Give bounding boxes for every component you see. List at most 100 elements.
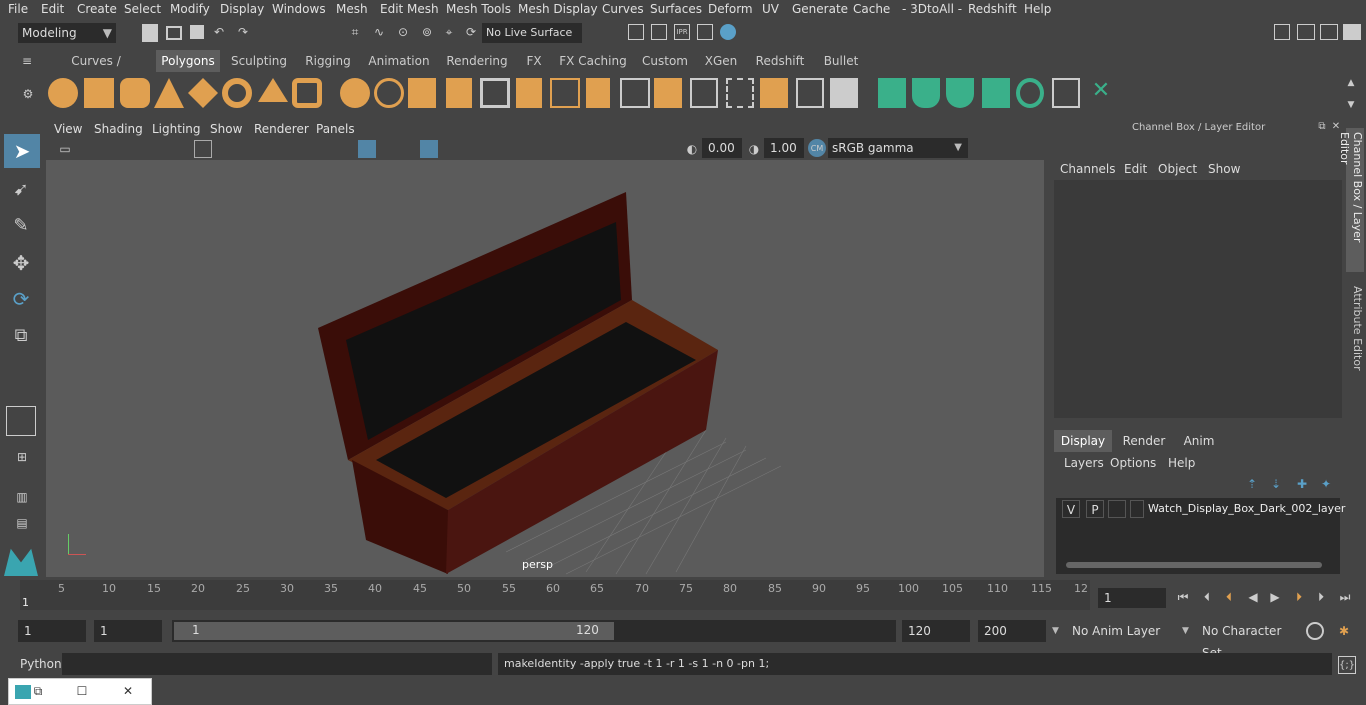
poly-pipe-icon[interactable]	[292, 78, 322, 108]
combine-icon[interactable]	[340, 78, 370, 108]
perspective-viewport[interactable]: persp	[46, 160, 1044, 577]
maximize-window-icon[interactable]: ☐	[75, 684, 89, 698]
camera-select-icon[interactable]: ▭	[56, 140, 74, 158]
shelf-settings-icon[interactable]: ⚙	[20, 86, 36, 102]
layer-scrollbar[interactable]	[1066, 562, 1322, 568]
smooth-shade-icon[interactable]	[358, 140, 376, 158]
menu-mesh[interactable]: Mesh	[336, 2, 368, 16]
rotate-tool-icon[interactable]: ⟳	[6, 284, 36, 314]
poly-cone-icon[interactable]	[154, 78, 184, 108]
redo-icon[interactable]: ↷	[234, 22, 252, 42]
colorspace-dropdown[interactable]: sRGB gamma ▼	[828, 138, 968, 158]
fill-hole-icon[interactable]	[654, 78, 682, 108]
close-window-icon[interactable]: ✕	[121, 684, 135, 698]
exposure-icon[interactable]: ◐	[684, 140, 700, 158]
current-frame-field[interactable]: 1	[1098, 588, 1166, 608]
scale-tool-icon[interactable]: ⧉	[6, 320, 36, 350]
menu-edit-mesh[interactable]: Edit Mesh	[380, 2, 439, 16]
layer-visibility-toggle[interactable]: V	[1062, 500, 1080, 518]
object-menu[interactable]: Object	[1158, 162, 1197, 176]
panel-menu-show[interactable]: Show	[210, 122, 242, 136]
merge-icon[interactable]	[830, 78, 858, 108]
render-icon[interactable]	[651, 24, 667, 40]
extrude-icon[interactable]	[516, 78, 542, 108]
lasso-tool-icon[interactable]: ➹	[6, 174, 36, 204]
menu-3dtoall[interactable]: - 3DtoAll -	[902, 2, 962, 16]
poly-cube-icon[interactable]	[84, 78, 114, 108]
move-tool-icon[interactable]: ✥	[6, 248, 36, 278]
scene-end-field[interactable]: 200	[978, 620, 1046, 642]
menu-mesh-tools[interactable]: Mesh Tools	[446, 2, 511, 16]
xray-icon[interactable]	[420, 140, 438, 158]
character-set-dropdown[interactable]: ▼ No Character Set	[1180, 620, 1300, 660]
channels-menu[interactable]: Channels	[1060, 162, 1116, 176]
gamma-icon[interactable]: ◑	[746, 140, 762, 158]
workspace-dropdown[interactable]: Modeling ▼	[18, 23, 116, 43]
wireframe-icon[interactable]	[194, 140, 212, 158]
tab-custom[interactable]: Custom	[638, 50, 692, 72]
smooth-icon[interactable]	[446, 78, 472, 108]
edit-menu[interactable]: Edit	[1124, 162, 1147, 176]
snap-grid-icon[interactable]: ⌗	[346, 22, 364, 42]
tab-sculpting[interactable]: Sculpting	[226, 50, 292, 72]
target-weld-icon[interactable]	[760, 78, 788, 108]
ipr-render-icon[interactable]: IPR	[674, 24, 690, 40]
poly-plane-icon[interactable]	[188, 78, 218, 108]
go-to-start-icon[interactable]: ⏮	[1174, 588, 1192, 606]
step-back-key-icon[interactable]: ⏴	[1198, 588, 1216, 606]
tab-display[interactable]: Display	[1054, 430, 1112, 452]
move-layer-up-icon[interactable]: ⇡	[1244, 476, 1260, 492]
exposure-field[interactable]: 0.00	[702, 138, 742, 158]
menu-redshift[interactable]: Redshift	[968, 2, 1017, 16]
move-layer-down-icon[interactable]: ⇣	[1268, 476, 1284, 492]
snap-view-icon[interactable]: ⌖	[440, 22, 458, 42]
layer-color-swatch[interactable]	[1130, 500, 1144, 518]
snap-surface-icon[interactable]: ⊚	[418, 22, 436, 42]
step-forward-frame-icon[interactable]: ⏵	[1290, 588, 1308, 606]
attribute-editor-side-tab[interactable]: Attribute Editor	[1346, 286, 1364, 376]
mirror-icon[interactable]	[408, 78, 436, 108]
script-language-label[interactable]: Python	[20, 657, 62, 671]
poly-cylinder-icon[interactable]	[120, 78, 150, 108]
gamma-field[interactable]: 1.00	[764, 138, 804, 158]
layers-menu[interactable]: Layers	[1064, 456, 1104, 470]
bridge-icon[interactable]	[586, 78, 610, 108]
menu-generate[interactable]: Generate	[792, 2, 848, 16]
anim-layer-dropdown[interactable]: ▼ No Anim Layer	[1052, 620, 1170, 642]
command-input[interactable]	[62, 653, 492, 675]
layout-panels-icon[interactable]	[1320, 24, 1338, 40]
new-layer-icon[interactable]: ✚	[1294, 476, 1310, 492]
play-forwards-icon[interactable]: ▶	[1266, 588, 1284, 606]
live-surface-field[interactable]: No Live Surface	[482, 23, 582, 43]
shelf-scroll-up-icon[interactable]: ▲	[1344, 76, 1358, 90]
options-menu[interactable]: Options	[1110, 456, 1156, 470]
panel-menu-shading[interactable]: Shading	[94, 122, 143, 136]
layout-graph-icon[interactable]: ▤	[8, 516, 36, 530]
playback-start-field[interactable]: 1	[94, 620, 162, 642]
menu-cache[interactable]: Cache	[853, 2, 890, 16]
panel-menu-view[interactable]: View	[54, 122, 82, 136]
uv-planar-icon[interactable]	[878, 78, 906, 108]
channel-box-toggle-icon[interactable]	[1343, 24, 1361, 40]
auto-key-icon[interactable]	[1306, 622, 1324, 640]
menu-deform[interactable]: Deform	[708, 2, 753, 16]
save-scene-icon[interactable]	[190, 25, 204, 39]
layer-playback-toggle[interactable]: P	[1086, 500, 1104, 518]
new-layer-selected-icon[interactable]: ✦	[1318, 476, 1334, 492]
edge-loop-icon[interactable]	[726, 78, 754, 108]
render-settings-icon[interactable]	[697, 24, 713, 40]
uv-unfold-icon[interactable]	[1016, 78, 1044, 108]
uv-editor-icon[interactable]	[1052, 78, 1080, 108]
render-frame-icon[interactable]	[628, 24, 644, 40]
layer-name[interactable]: Watch_Display_Box_Dark_002_layer	[1148, 502, 1345, 515]
go-to-end-icon[interactable]: ⏭	[1336, 588, 1354, 606]
layer-type-toggle[interactable]	[1108, 500, 1126, 518]
menu-help[interactable]: Help	[1024, 2, 1051, 16]
layout-four-icon[interactable]: ⊞	[8, 444, 36, 470]
collapse-icon[interactable]	[796, 78, 824, 108]
range-slider-handle[interactable]	[174, 622, 614, 640]
panel-menu-panels[interactable]: Panels	[316, 122, 355, 136]
play-backwards-icon[interactable]: ◀	[1244, 588, 1262, 606]
layout-list-icon[interactable]	[1297, 24, 1315, 40]
hypershade-icon[interactable]	[720, 24, 736, 40]
